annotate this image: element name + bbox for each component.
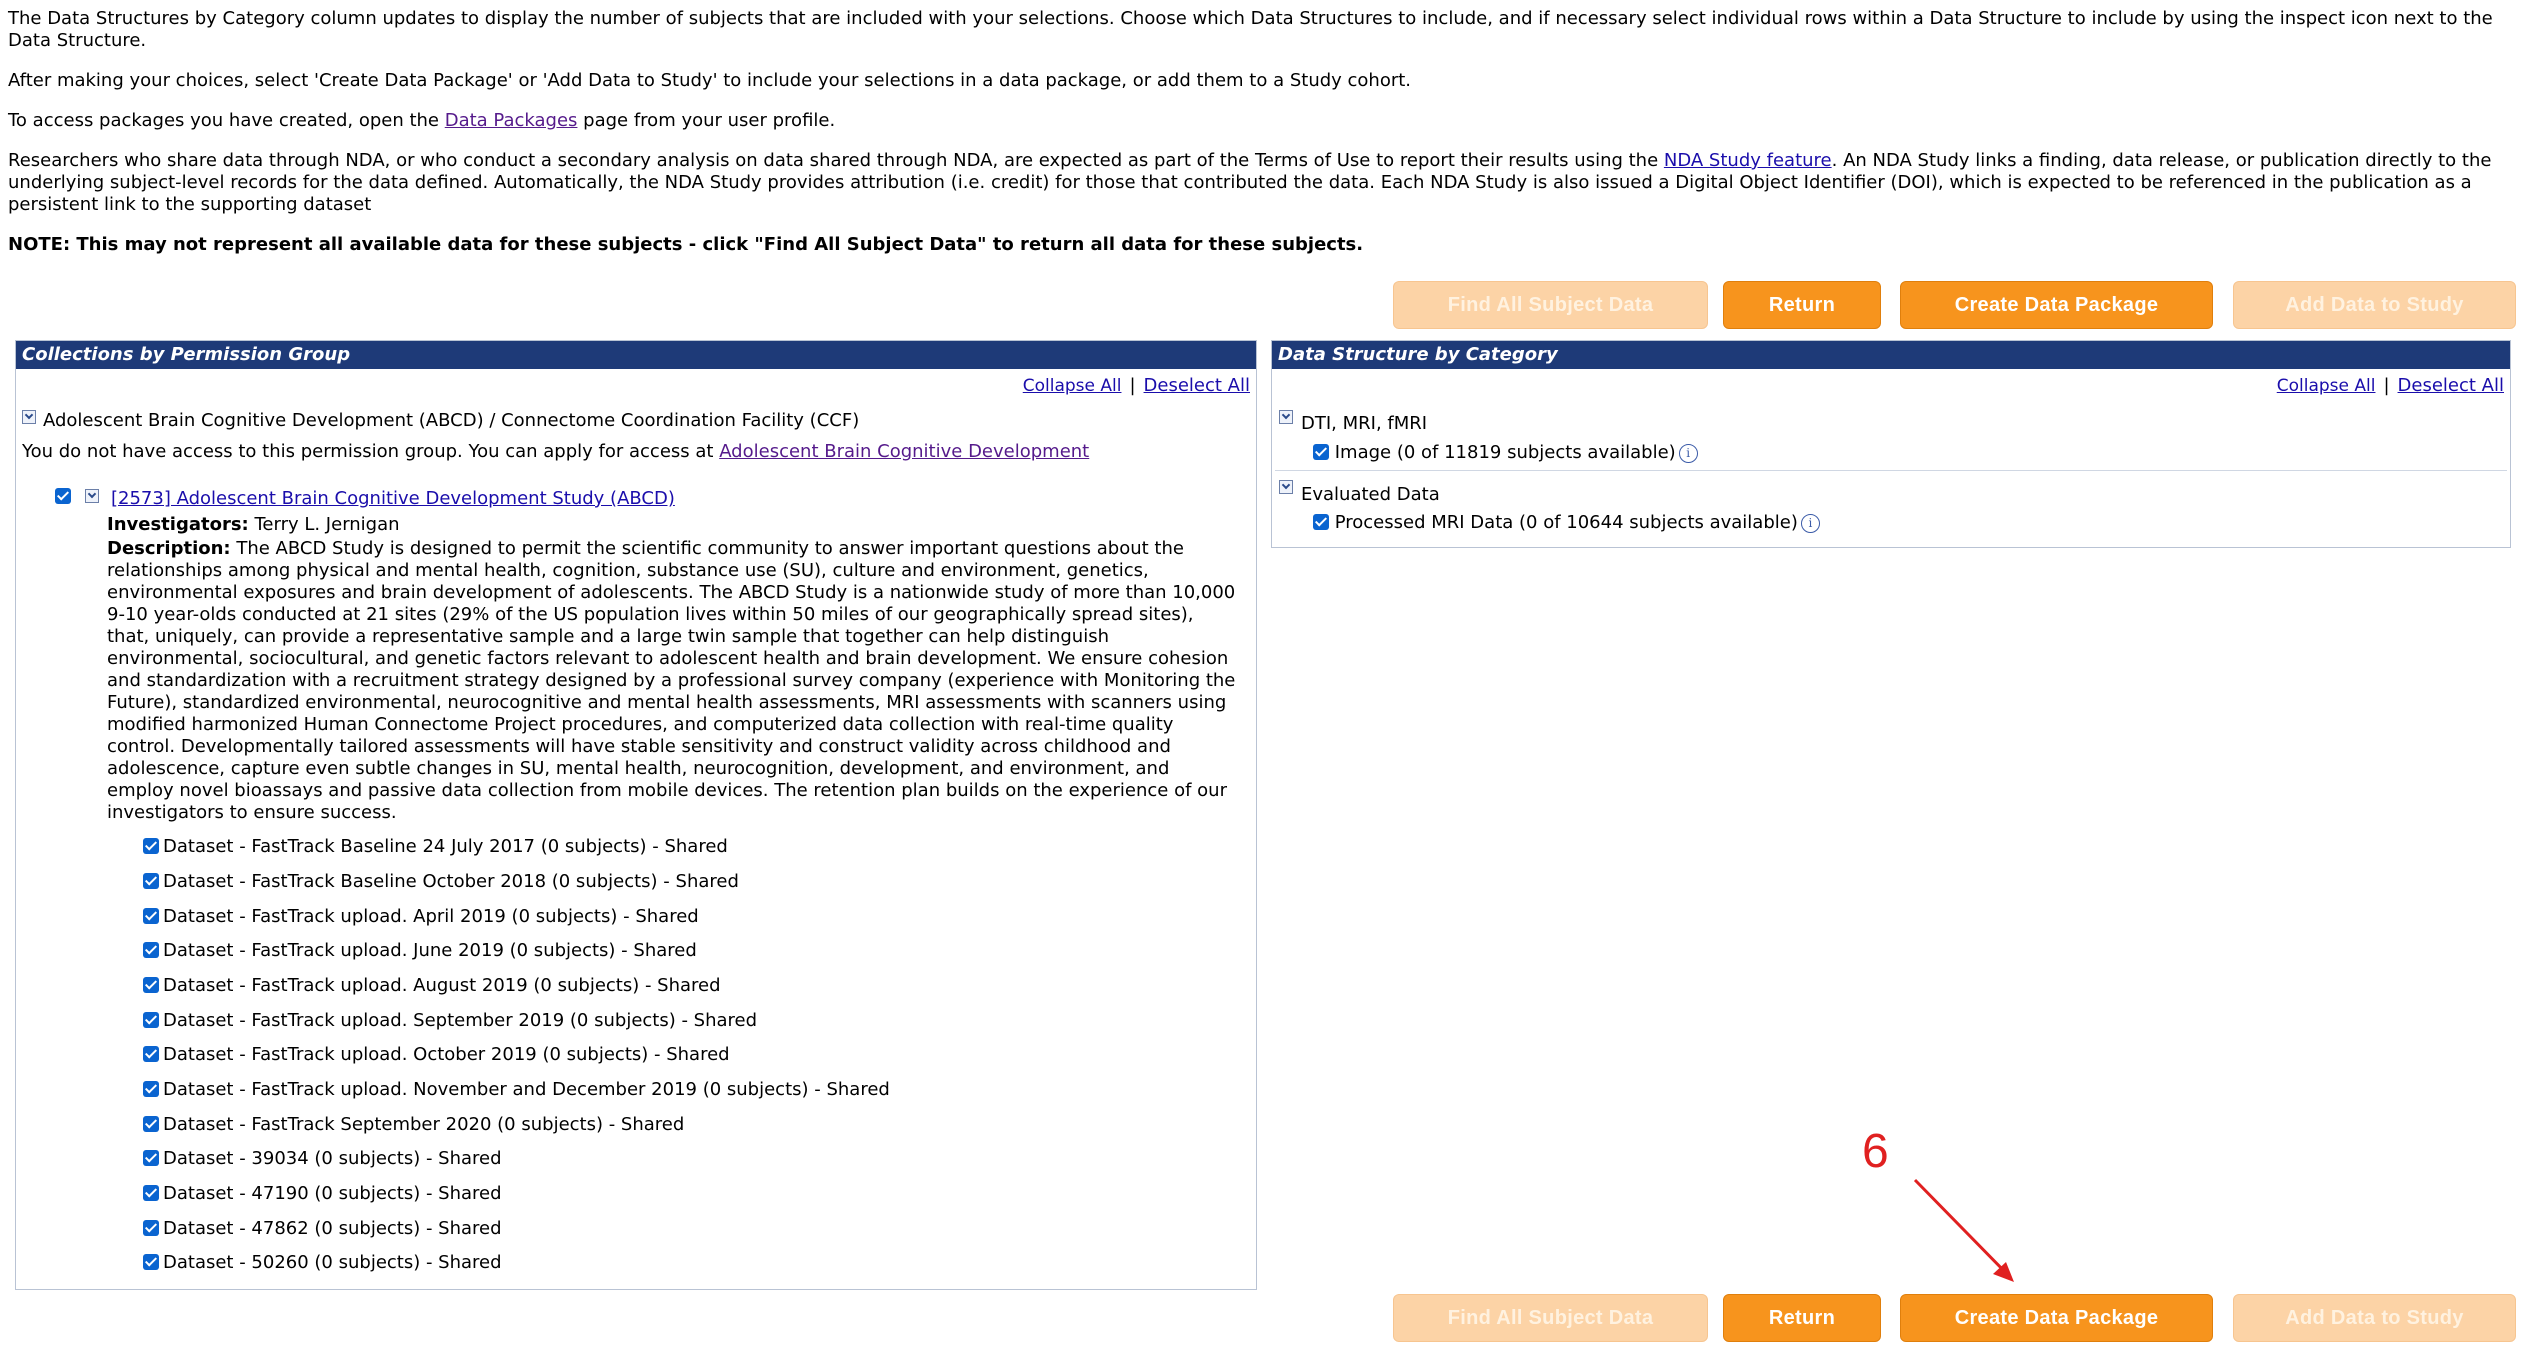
bottom-button-row: Find All Subject Data Return Create Data…: [0, 1294, 2522, 1344]
find-all-subject-data-button[interactable]: Find All Subject Data: [1393, 1294, 1708, 1342]
add-data-to-study-button[interactable]: Add Data to Study: [2233, 1294, 2516, 1342]
annotation-arrow: [1913, 1178, 2014, 1282]
create-data-package-button[interactable]: Create Data Package: [1900, 1294, 2213, 1342]
return-button[interactable]: Return: [1723, 1294, 1881, 1342]
arrow-line: [1913, 1178, 2012, 1279]
